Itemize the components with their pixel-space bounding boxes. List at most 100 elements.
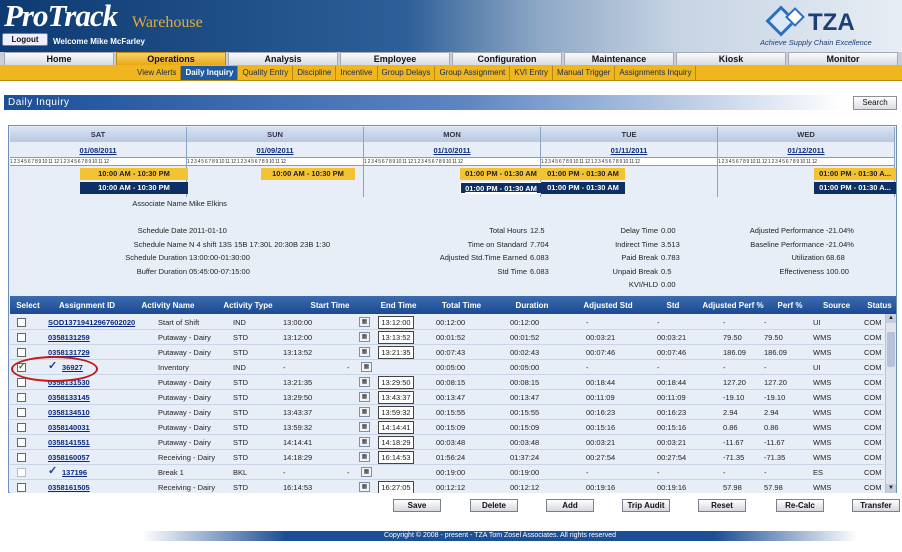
actual-shift[interactable]: 01:00 PM - 01:30 A... xyxy=(814,182,896,194)
row-select-checkbox[interactable] xyxy=(17,438,26,447)
table-row[interactable]: 0358140031 Putaway - Dairy STD 13:59:32 00:1… xyxy=(10,420,884,435)
actual-shift[interactable]: 10:00 AM - 10:30 PM xyxy=(80,182,188,194)
row-select-checkbox[interactable] xyxy=(17,393,26,402)
col-header-adjusted-perf-[interactable]: Adjusted Perf % xyxy=(696,296,770,314)
delete-button[interactable]: Delete xyxy=(470,499,518,512)
end-time-input[interactable]: 14:14:41 xyxy=(378,421,414,434)
col-header-status[interactable]: Status xyxy=(863,296,896,314)
tab-monitor[interactable]: Monitor xyxy=(788,52,898,65)
calendar-icon[interactable]: ▦ xyxy=(359,482,370,492)
assignment-id-link[interactable]: 0358134510 xyxy=(48,405,90,420)
table-row[interactable]: 0358131530 Putaway - Dairy STD 13:21:35 00:0… xyxy=(10,375,884,390)
table-scrollbar[interactable]: ▲ ▼ xyxy=(885,314,896,493)
scroll-thumb[interactable] xyxy=(887,332,895,367)
col-header-activity-type[interactable]: Activity Type xyxy=(208,296,288,314)
col-header-source[interactable]: Source xyxy=(810,296,863,314)
subnav-assignments-inquiry[interactable]: Assignments Inquiry xyxy=(615,66,697,80)
actual-shift[interactable]: 01:00 PM - 01:30 AM xyxy=(541,182,625,194)
end-time-input[interactable]: 16:27:05 xyxy=(378,481,414,493)
tab-maintenance[interactable]: Maintenance xyxy=(564,52,674,65)
tab-configuration[interactable]: Configuration xyxy=(452,52,562,65)
end-time-input[interactable]: 13:12:00 xyxy=(378,316,414,329)
row-select-checkbox[interactable] xyxy=(17,423,26,432)
subnav-discipline[interactable]: Discipline xyxy=(293,66,337,80)
calendar-icon[interactable]: ▦ xyxy=(359,332,370,342)
calendar-icon[interactable]: ▦ xyxy=(359,437,370,447)
assignment-id-link[interactable]: SOD13719412967602020 xyxy=(48,315,135,330)
assignment-id-link[interactable]: 0358141551 xyxy=(48,435,90,450)
row-select-checkbox[interactable] xyxy=(17,483,26,492)
scroll-up-icon[interactable]: ▲ xyxy=(886,314,896,323)
day-date-link[interactable]: 01/10/2011 xyxy=(364,146,540,155)
row-select-checkbox[interactable] xyxy=(17,468,26,477)
subnav-kvi-entry[interactable]: KVI Entry xyxy=(510,66,554,80)
actual-shift[interactable]: 01:00 PM - 01:30 AM xyxy=(460,182,542,194)
subnav-group-assignment[interactable]: Group Assignment xyxy=(435,66,511,80)
col-header-select[interactable]: Select xyxy=(10,296,46,314)
assignment-id-link[interactable]: 0358160057 xyxy=(48,450,90,465)
calendar-icon[interactable]: ▦ xyxy=(359,377,370,387)
transfer-button[interactable]: Transfer xyxy=(852,499,900,512)
search-button[interactable]: Search xyxy=(853,96,897,110)
calendar-icon[interactable]: ▦ xyxy=(359,407,370,417)
calendar-icon[interactable]: ▦ xyxy=(361,362,372,372)
col-header-assignment-id[interactable]: Assignment ID xyxy=(46,296,128,314)
scheduled-shift[interactable]: 01:00 PM - 01:30 AM xyxy=(541,168,625,180)
tab-analysis[interactable]: Analysis xyxy=(228,52,338,65)
table-row[interactable]: 0358141551 Putaway - Dairy STD 14:14:41 00:0… xyxy=(10,435,884,450)
logout-button[interactable]: Logout xyxy=(2,33,48,46)
assignment-id-link[interactable]: 137196 xyxy=(62,465,87,480)
col-header-adjusted-std[interactable]: Adjusted Std xyxy=(566,296,650,314)
end-time-input[interactable]: 13:13:52 xyxy=(378,331,414,344)
trip-audit-button[interactable]: Trip Audit xyxy=(622,499,670,512)
assignment-id-link[interactable]: 0358131259 xyxy=(48,330,90,345)
scroll-down-icon[interactable]: ▼ xyxy=(886,484,896,493)
row-select-checkbox[interactable] xyxy=(17,378,26,387)
subnav-group-delays[interactable]: Group Delays xyxy=(378,66,436,80)
calendar-icon[interactable]: ▦ xyxy=(361,467,372,477)
table-row[interactable]: 0358160057 Receiving - Dairy STD 14:18:29 01… xyxy=(10,450,884,465)
calendar-icon[interactable]: ▦ xyxy=(359,452,370,462)
subnav-incentive[interactable]: Incentive xyxy=(336,66,378,80)
row-select-checkbox[interactable] xyxy=(17,348,26,357)
end-time-input[interactable]: 13:21:35 xyxy=(378,346,414,359)
day-date-link[interactable]: 01/12/2011 xyxy=(718,146,894,155)
table-row[interactable]: 0358133145 Putaway - Dairy STD 13:29:50 00:1… xyxy=(10,390,884,405)
scheduled-shift[interactable]: 01:00 PM - 01:30 AM xyxy=(460,168,542,180)
col-header-std[interactable]: Std xyxy=(650,296,696,314)
end-time-input[interactable]: 13:29:50 xyxy=(378,376,414,389)
end-time-input[interactable]: 13:59:32 xyxy=(378,406,414,419)
assignment-id-link[interactable]: 0358161505 xyxy=(48,480,90,493)
day-date-link[interactable]: 01/09/2011 xyxy=(187,146,363,155)
assignment-id-link[interactable]: 0358133145 xyxy=(48,390,90,405)
table-row[interactable]: 0358131259 Putaway - Dairy STD 13:12:00 00:0… xyxy=(10,330,884,345)
row-select-checkbox[interactable] xyxy=(17,318,26,327)
tab-home[interactable]: Home xyxy=(4,52,114,65)
row-select-checkbox[interactable] xyxy=(17,408,26,417)
col-header-total-time[interactable]: Total Time xyxy=(425,296,498,314)
table-row[interactable]: SOD13719412967602020 Start of Shift IND 13:… xyxy=(10,315,884,330)
table-row[interactable]: 0358161505 Receiving - Dairy STD 16:14:53 00… xyxy=(10,480,884,493)
assignment-id-link[interactable]: 0358140031 xyxy=(48,420,90,435)
col-header-duration[interactable]: Duration xyxy=(498,296,566,314)
col-header-activity-name[interactable]: Activity Name xyxy=(128,296,208,314)
calendar-icon[interactable]: ▦ xyxy=(359,317,370,327)
row-select-checkbox[interactable] xyxy=(17,453,26,462)
calendar-icon[interactable]: ▦ xyxy=(359,347,370,357)
table-row[interactable]: 0358131729 Putaway - Dairy STD 13:13:52 00:0… xyxy=(10,345,884,360)
tab-employee[interactable]: Employee xyxy=(340,52,450,65)
col-header-start-time[interactable]: Start Time xyxy=(288,296,372,314)
save-button[interactable]: Save xyxy=(393,499,441,512)
tab-kiosk[interactable]: Kiosk xyxy=(676,52,786,65)
subnav-daily-inquiry[interactable]: Daily Inquiry xyxy=(181,66,239,80)
col-header-perf-[interactable]: Perf % xyxy=(770,296,810,314)
table-row[interactable]: 0358134510 Putaway - Dairy STD 13:43:37 00:1… xyxy=(10,405,884,420)
subnav-manual-trigger[interactable]: Manual Trigger xyxy=(553,66,616,80)
scheduled-shift[interactable]: 01:00 PM - 01:30 A... xyxy=(814,168,896,180)
day-date-link[interactable]: 01/08/2011 xyxy=(10,146,186,155)
calendar-icon[interactable]: ▦ xyxy=(359,422,370,432)
row-select-checkbox[interactable] xyxy=(17,333,26,342)
col-header-end-time[interactable]: End Time xyxy=(372,296,425,314)
day-date-link[interactable]: 01/11/2011 xyxy=(541,146,717,155)
end-time-input[interactable]: 14:18:29 xyxy=(378,436,414,449)
